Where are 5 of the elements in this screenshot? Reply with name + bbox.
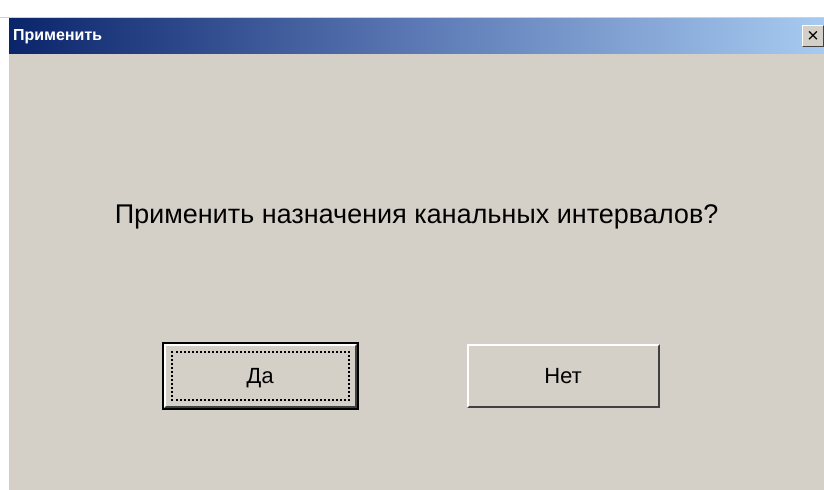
window-title: Применить xyxy=(12,27,102,45)
dialog-button[interactable]: Нет xyxy=(466,344,660,408)
message-text: Применить назначения канальных интервалов? xyxy=(114,198,720,231)
dialog-button[interactable]: Да xyxy=(164,344,356,408)
close-button[interactable]: × xyxy=(802,25,824,47)
